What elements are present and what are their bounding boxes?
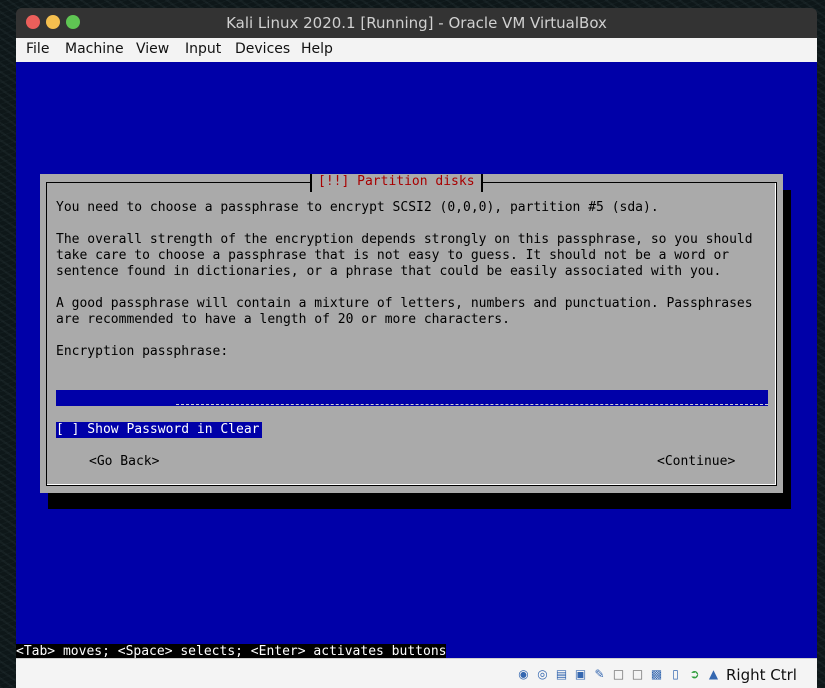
dialog-frame bbox=[46, 182, 777, 486]
video-capture-icon[interactable]: ▯ bbox=[668, 667, 683, 682]
dialog-strength-line-1: The overall strength of the encryption d… bbox=[56, 232, 753, 247]
vm-status-bar: ◉ ◎ ▤ ▣ ✎ □ □ ▩ ▯ ➲ ▲ Right Ctrl bbox=[16, 658, 817, 688]
continue-button[interactable]: <Continue> bbox=[657, 454, 735, 470]
menu-input[interactable]: Input bbox=[185, 41, 221, 57]
installer-help-line: <Tab> moves; <Space> selects; <Enter> ac… bbox=[16, 644, 447, 658]
host-key-label: Right Ctrl bbox=[726, 666, 797, 684]
mouse-icon[interactable]: ▲ bbox=[706, 667, 721, 682]
menu-view[interactable]: View bbox=[136, 41, 169, 57]
menu-machine[interactable]: Machine bbox=[65, 41, 124, 57]
go-back-button[interactable]: <Go Back> bbox=[89, 454, 159, 470]
dialog-advice-line-1: A good passphrase will contain a mixture… bbox=[56, 296, 753, 311]
dialog-strength-line-2: take care to choose a passphrase that is… bbox=[56, 248, 730, 263]
dialog-advice-line-2: are recommended to have a length of 20 o… bbox=[56, 312, 510, 327]
network-icon[interactable]: ▩ bbox=[649, 667, 664, 682]
menu-file[interactable]: File bbox=[26, 41, 49, 57]
menu-help[interactable]: Help bbox=[301, 41, 333, 57]
input-fill-line bbox=[176, 404, 768, 405]
show-password-checkbox[interactable]: [ ] Show Password in Clear bbox=[56, 422, 262, 438]
dialog-strength-line-3: sentence found in dictionaries, or a phr… bbox=[56, 264, 722, 279]
pencil-icon[interactable]: ✎ bbox=[592, 667, 607, 682]
dialog-title: [!!] Partition disks bbox=[310, 174, 483, 192]
partition-dialog: [!!] Partition disks You need to choose … bbox=[40, 174, 783, 493]
passphrase-label: Encryption passphrase: bbox=[56, 344, 229, 359]
usb-icon[interactable]: ▤ bbox=[554, 667, 569, 682]
passphrase-input[interactable]: ************** bbox=[56, 390, 768, 406]
window-title: Kali Linux 2020.1 [Running] - Oracle VM … bbox=[226, 14, 607, 32]
blank-display-icon[interactable]: □ bbox=[611, 667, 626, 682]
optical-drive-icon[interactable]: ◎ bbox=[535, 667, 550, 682]
display-icon[interactable]: □ bbox=[630, 667, 645, 682]
shared-folder-icon[interactable]: ▣ bbox=[573, 667, 588, 682]
menu-bar: File Machine View Input Devices Help bbox=[16, 38, 817, 63]
hard-disk-icon[interactable]: ◉ bbox=[516, 667, 531, 682]
vm-screen[interactable]: [!!] Partition disks You need to choose … bbox=[16, 62, 817, 658]
title-bar: Kali Linux 2020.1 [Running] - Oracle VM … bbox=[16, 8, 817, 38]
arrow-icon[interactable]: ➲ bbox=[687, 667, 702, 682]
dialog-intro-text: You need to choose a passphrase to encry… bbox=[56, 200, 659, 215]
virtualbox-window: Kali Linux 2020.1 [Running] - Oracle VM … bbox=[16, 8, 817, 688]
menu-devices[interactable]: Devices bbox=[235, 41, 290, 57]
